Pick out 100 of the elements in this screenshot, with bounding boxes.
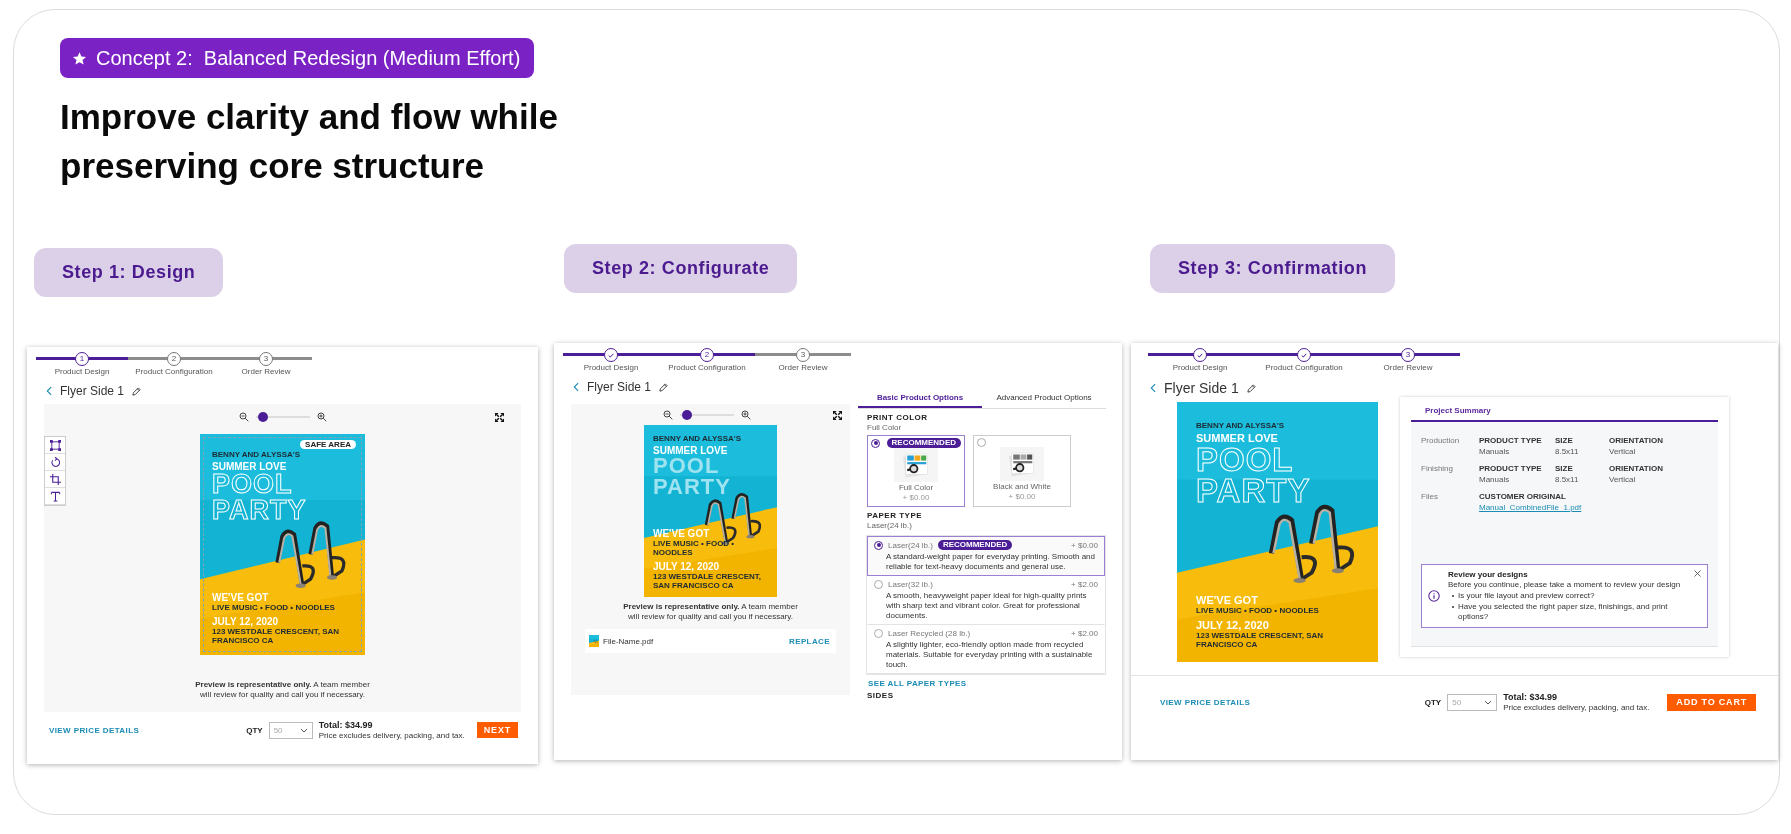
zoom-slider[interactable]: [255, 412, 310, 422]
edit-icon: [659, 382, 669, 392]
total-price: Total: $34.99: [1503, 692, 1559, 702]
tab[interactable]: Advanced Product Options: [982, 388, 1106, 408]
back-button[interactable]: [46, 386, 52, 396]
tool-button[interactable]: [45, 471, 65, 488]
chevron-left-icon: [46, 386, 52, 396]
field-label: SIZE: [1555, 464, 1573, 473]
option-description: A standard-weight paper for everyday printing. Smooth and reliable for text-heavy documents and general use.: [886, 552, 1096, 572]
slider-thumb[interactable]: [682, 410, 693, 420]
flyer-subtitle: SUMMER LOVE: [653, 445, 728, 456]
radio-button[interactable]: [874, 580, 883, 589]
flyer-subtitle: SUMMER LOVE: [1196, 432, 1278, 444]
preview-note: Preview is representative only. A team member will review for quality and call you if necessary.: [194, 679, 371, 701]
check-icon: [1197, 352, 1203, 358]
option-card[interactable]: Black and White + $0.00: [973, 435, 1071, 507]
radio-button[interactable]: [871, 438, 880, 448]
edit-icon: [132, 386, 142, 396]
price-details-link[interactable]: VIEW PRICE DETAILS: [49, 725, 140, 735]
option-card[interactable]: RECOMMENDED Full Color + $0.00: [867, 435, 965, 507]
row-label: Files: [1421, 492, 1439, 503]
field-label: PRODUCT TYPE: [1479, 464, 1542, 473]
flyer-kicker: BENNY AND ALYSSA'S: [212, 450, 300, 459]
zoom-in-icon: [740, 410, 751, 420]
recommended-badge: RECOMMENDED: [937, 540, 1013, 550]
field-value: Vertical: [1609, 447, 1636, 456]
page-title: Flyer Side 1: [587, 380, 652, 394]
tool-button[interactable]: [45, 488, 65, 505]
chevron-left-icon: [573, 382, 579, 392]
caret-icon: [299, 727, 308, 733]
tool-button[interactable]: [45, 454, 65, 471]
step-marker: 2: [167, 352, 181, 366]
option-label: Black and White: [993, 482, 1051, 492]
paper-option[interactable]: Laser(24 lb.) RECOMMENDED + $0.00 A standard-weight paper for everyday printing. Smooth and reliable for text-heavy documents and general use.: [867, 536, 1105, 576]
preview-note: Preview is representative only. A team member will review for quality and call you if necessary.: [622, 602, 799, 622]
step-label: Product Design: [54, 367, 110, 376]
step-marker: 2: [700, 348, 714, 362]
field-label: PRODUCT TYPE: [1479, 436, 1542, 445]
step-label: Step 2: Configurate: [564, 244, 798, 293]
qty-select[interactable]: 50: [268, 721, 313, 739]
price-details-link[interactable]: VIEW PRICE DETAILS: [1160, 697, 1251, 707]
flyer-tagline: WE'VE GOT: [1196, 594, 1258, 606]
field-label: ORIENTATION: [1609, 436, 1663, 445]
step-label: Order Review: [241, 367, 291, 376]
flyer-date: JULY 12, 2020: [212, 616, 279, 627]
flyer-title: POOL: [1196, 444, 1294, 476]
step-label: Product Configuration: [668, 363, 746, 372]
replace-link[interactable]: REPLACE: [788, 636, 830, 646]
option-description: A smooth, heavyweight paper ideal for high-quality prints with sharp text and vibrant color. Great for professional documents.: [886, 591, 1088, 621]
file-name: File-Name.pdf: [603, 636, 654, 646]
file-link[interactable]: Manual_CombinedFile_1.pdf: [1479, 503, 1582, 512]
alert-item: Is your file layout and preview correct?: [1458, 591, 1595, 601]
tool-button[interactable]: [45, 437, 65, 454]
slider-thumb[interactable]: [258, 412, 269, 422]
step-label: Step 1: Design: [34, 248, 224, 297]
radio-button[interactable]: [874, 540, 883, 550]
zoom-slider[interactable]: [679, 410, 734, 420]
field-label: CUSTOMER ORIGINAL: [1479, 492, 1566, 501]
radio-button[interactable]: [874, 629, 883, 638]
flyer-kicker: BENNY AND ALYSSA'S: [1196, 421, 1284, 430]
step-marker: 3: [1401, 348, 1415, 362]
field-value: Vertical: [1609, 475, 1636, 484]
step-label: Order Review: [778, 363, 828, 372]
see-all-link[interactable]: SEE ALL PAPER TYPES: [868, 679, 967, 688]
option-label: Laser(32 lb.): [888, 580, 933, 589]
flyer-subtitle: SUMMER LOVE: [212, 461, 287, 472]
option-price: + $0.00: [902, 493, 930, 503]
chevron-left-icon: [1150, 383, 1156, 393]
qty-select[interactable]: 50: [1447, 693, 1498, 711]
paper-option[interactable]: Laser Recycled (28 lb.) + $2.00 A slightly lighter, eco-friendly option made from recycled materials. Suitable for everyday printing with a sustainable touch.: [867, 625, 1105, 674]
primary-button[interactable]: ADD TO CART: [1667, 693, 1756, 711]
option-price: + $0.00: [1008, 492, 1036, 502]
zoom-in-icon: [316, 412, 327, 422]
flyer-lineup: LIVE MUSIC • FOOD • NOODLES: [212, 603, 335, 612]
badge-label: Concept 2: Balanced Redesign (Medium Effort): [96, 46, 521, 70]
back-button[interactable]: [1150, 383, 1156, 393]
option-label: Laser Recycled (28 lb.): [888, 629, 971, 638]
text-icon: [49, 490, 61, 502]
expand-icon: [833, 410, 842, 420]
qty-value: 50: [1452, 697, 1462, 707]
primary-button[interactable]: NEXT: [476, 722, 518, 738]
step-label: Product Design: [583, 363, 639, 372]
price-note: Price excludes delivery, packing, and tax.: [1503, 703, 1650, 712]
back-button[interactable]: [573, 382, 579, 392]
close-button[interactable]: [1694, 570, 1701, 577]
flyer-tagline: WE'VE GOT: [653, 528, 710, 539]
flyer-lineup: LIVE MUSIC • FOOD • NOODLES: [1196, 606, 1319, 615]
radio-button[interactable]: [977, 438, 986, 447]
selection-icon: [49, 439, 61, 451]
star-icon: [72, 50, 87, 66]
section-heading: PAPER TYPE: [867, 511, 923, 521]
step-marker: 3: [796, 348, 810, 362]
tab[interactable]: Basic Product Options: [858, 388, 982, 408]
safe-area-tag: SAFE AREA: [300, 440, 356, 449]
option-label: Full Color: [898, 483, 934, 493]
paper-option[interactable]: Laser(32 lb.) + $2.00 A smooth, heavyweight paper ideal for high-quality prints with sharp text and vibrant color. Great for professional documents.: [867, 576, 1105, 625]
check-icon: [608, 352, 614, 358]
flyer-date: JULY 12, 2020: [653, 561, 720, 572]
step-label: Product Configuration: [1265, 363, 1343, 372]
field-value: Manuals: [1479, 475, 1510, 484]
